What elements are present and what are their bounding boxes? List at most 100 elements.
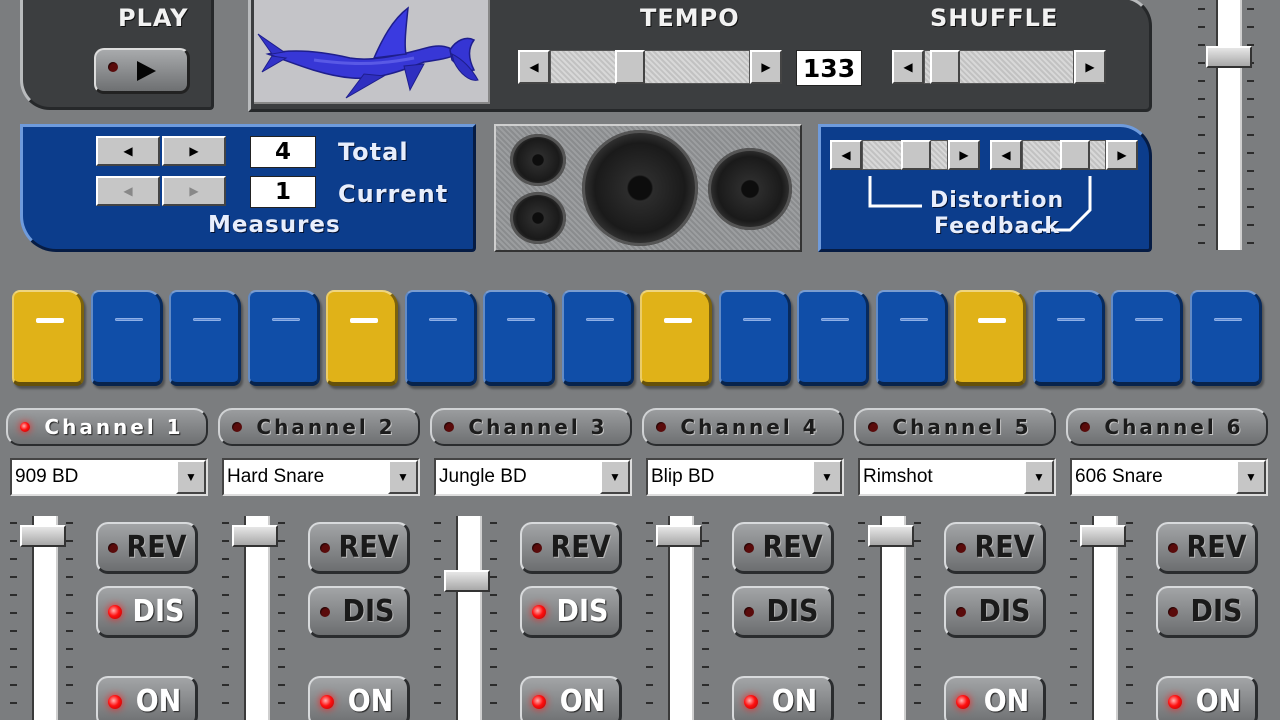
channel-select-button[interactable]: Channel 2: [218, 408, 420, 446]
reverb-button[interactable]: REV: [308, 522, 410, 574]
step-pad[interactable]: [247, 290, 320, 386]
reverb-button[interactable]: REV: [1156, 522, 1258, 574]
channel-select-button[interactable]: Channel 6: [1066, 408, 1268, 446]
channel-on-button[interactable]: ON: [96, 676, 198, 720]
reverb-button[interactable]: REV: [944, 522, 1046, 574]
fader-tick: [490, 558, 497, 560]
distortion-button[interactable]: DIS: [944, 586, 1046, 638]
channel-on-button[interactable]: ON: [308, 676, 410, 720]
step-pad[interactable]: [1032, 290, 1105, 386]
channel-volume-fader[interactable]: [642, 516, 716, 720]
channel-select-button[interactable]: Channel 4: [642, 408, 844, 446]
shuffle-decrease-button[interactable]: ◀: [892, 50, 924, 84]
step-pad[interactable]: [561, 290, 634, 386]
tempo-slider[interactable]: ◀ ▶: [518, 50, 782, 84]
channel-volume-knob[interactable]: [1080, 525, 1126, 547]
shuffle-thumb[interactable]: [930, 50, 960, 84]
step-pad[interactable]: [1111, 290, 1183, 386]
fader-tick: [222, 666, 229, 668]
step-pad[interactable]: [169, 290, 241, 386]
current-decrease-button[interactable]: ◀: [96, 176, 160, 206]
distortion-button[interactable]: DIS: [732, 586, 834, 638]
step-indicator: [1213, 318, 1242, 321]
channel-volume-fader[interactable]: [1066, 516, 1140, 720]
channel-volume-knob[interactable]: [232, 525, 278, 547]
channel-volume-fader[interactable]: [854, 516, 928, 720]
sound-select-dropdown-button[interactable]: ▼: [176, 460, 206, 494]
tempo-decrease-button[interactable]: ◀: [518, 50, 550, 84]
sound-select[interactable]: Hard Snare ▼: [222, 458, 420, 496]
channel-on-button[interactable]: ON: [944, 676, 1046, 720]
step-pad[interactable]: [875, 290, 948, 386]
reverb-button[interactable]: REV: [520, 522, 622, 574]
master-volume-tick: [1247, 26, 1254, 28]
channel-volume-knob[interactable]: [20, 525, 66, 547]
fader-tick: [1126, 684, 1133, 686]
channel-volume-fader[interactable]: [6, 516, 80, 720]
step-pad[interactable]: [483, 290, 555, 386]
distortion-button[interactable]: DIS: [1156, 586, 1258, 638]
sound-select[interactable]: Rimshot ▼: [858, 458, 1056, 496]
channel-on-button[interactable]: ON: [732, 676, 834, 720]
fader-tick: [278, 594, 285, 596]
chevron-down-icon: ▼: [821, 470, 833, 484]
fader-tick: [278, 540, 285, 542]
channel-volume-knob[interactable]: [868, 525, 914, 547]
sound-select[interactable]: 909 BD ▼: [10, 458, 208, 496]
step-pad[interactable]: [954, 290, 1026, 386]
step-pad[interactable]: [797, 290, 869, 386]
channel-volume-fader[interactable]: [218, 516, 292, 720]
tempo-increase-button[interactable]: ▶: [750, 50, 782, 84]
channel-volume-knob[interactable]: [444, 570, 490, 592]
channel-on-button[interactable]: ON: [1156, 676, 1258, 720]
channel-select-button[interactable]: Channel 5: [854, 408, 1056, 446]
sound-select[interactable]: Jungle BD ▼: [434, 458, 632, 496]
shuffle-increase-button[interactable]: ▶: [1074, 50, 1106, 84]
master-volume-tick: [1198, 188, 1205, 190]
step-pad[interactable]: [404, 290, 477, 386]
total-measures-value: 4: [250, 136, 316, 168]
step-pad[interactable]: [326, 290, 398, 386]
distortion-button[interactable]: DIS: [308, 586, 410, 638]
master-volume[interactable]: [1196, 0, 1256, 252]
shuffle-label: SHUFFLE: [930, 4, 1059, 32]
sound-select[interactable]: 606 Snare ▼: [1070, 458, 1268, 496]
channel-volume-track[interactable]: [456, 516, 482, 720]
step-pad[interactable]: [718, 290, 791, 386]
reverb-button[interactable]: REV: [96, 522, 198, 574]
total-decrease-button[interactable]: ◀: [96, 136, 160, 166]
distortion-button[interactable]: DIS: [96, 586, 198, 638]
play-button[interactable]: [94, 48, 190, 94]
rev-led: [108, 542, 118, 553]
sound-select-dropdown-button[interactable]: ▼: [1236, 460, 1266, 494]
step-pad[interactable]: [90, 290, 163, 386]
channel-select-button[interactable]: Channel 3: [430, 408, 632, 446]
sound-select-dropdown-button[interactable]: ▼: [388, 460, 418, 494]
current-increase-button[interactable]: ▶: [162, 176, 226, 206]
channel-strip: Channel 6 606 Snare ▼ REV DIS ON: [1066, 404, 1272, 720]
master-volume-knob[interactable]: [1206, 45, 1252, 68]
shuffle-slider[interactable]: ◀ ▶: [892, 50, 1106, 84]
master-volume-tick: [1198, 170, 1205, 172]
master-volume-track[interactable]: [1216, 0, 1242, 250]
channel-volume-knob[interactable]: [656, 525, 702, 547]
on-label: ON: [983, 684, 1030, 719]
step-pad[interactable]: [12, 290, 84, 386]
tempo-thumb[interactable]: [614, 50, 645, 84]
sound-select[interactable]: Blip BD ▼: [646, 458, 844, 496]
total-label: Total: [338, 138, 409, 166]
dis-label: DIS: [766, 594, 819, 629]
fader-tick: [646, 576, 653, 578]
channel-on-button[interactable]: ON: [520, 676, 622, 720]
sound-select-dropdown-button[interactable]: ▼: [1024, 460, 1054, 494]
tempo-track[interactable]: [550, 50, 750, 84]
reverb-button[interactable]: REV: [732, 522, 834, 574]
step-pad[interactable]: [640, 290, 712, 386]
sound-select-dropdown-button[interactable]: ▼: [600, 460, 630, 494]
channel-volume-fader[interactable]: [430, 516, 504, 720]
total-increase-button[interactable]: ▶: [162, 136, 226, 166]
step-pad[interactable]: [1189, 290, 1262, 386]
sound-select-dropdown-button[interactable]: ▼: [812, 460, 842, 494]
channel-select-button[interactable]: Channel 1: [6, 408, 208, 446]
distortion-button[interactable]: DIS: [520, 586, 622, 638]
